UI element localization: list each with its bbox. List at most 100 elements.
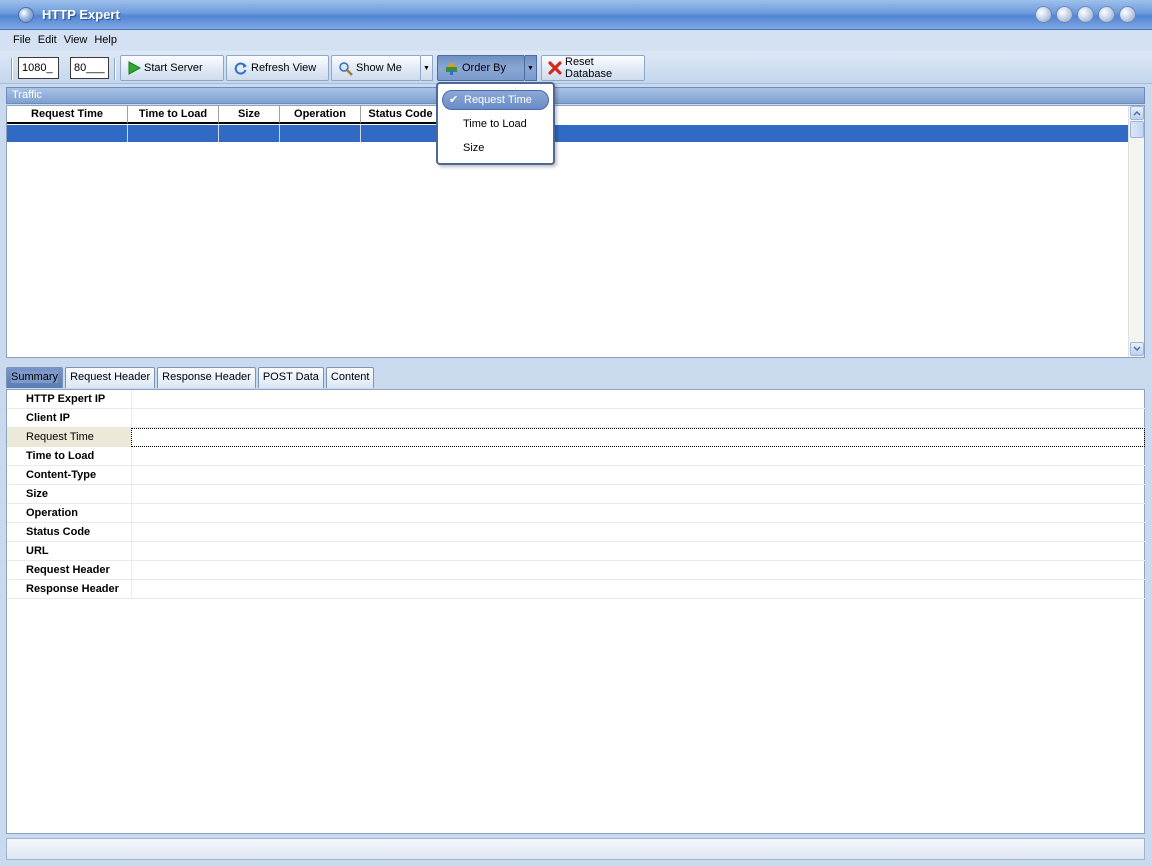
tab-summary[interactable]: Summary	[6, 367, 64, 388]
close-button[interactable]	[1119, 6, 1136, 23]
order-by-button[interactable]: Order By	[437, 55, 525, 81]
table-cell	[7, 125, 128, 142]
property-row[interactable]: Operation	[7, 504, 1145, 523]
title-bar: HTTP Expert	[0, 0, 1152, 30]
property-row[interactable]: Status Code	[7, 523, 1145, 542]
menu-view[interactable]: View	[61, 30, 92, 51]
status-bar	[6, 838, 1145, 860]
property-value[interactable]	[131, 428, 1145, 447]
property-label: Request Header	[26, 564, 110, 576]
show-me-button[interactable]: Show Me	[331, 55, 421, 81]
table-cell	[219, 125, 280, 142]
traffic-panel-header: Traffic	[6, 87, 1145, 104]
property-value[interactable]	[131, 485, 1145, 504]
menu-help[interactable]: Help	[91, 30, 121, 51]
property-label: Request Time	[7, 428, 131, 447]
start-server-label: Start Server	[144, 62, 203, 74]
property-label: Time to Load	[26, 450, 95, 462]
play-icon	[127, 61, 141, 75]
property-row[interactable]: Size	[7, 485, 1145, 504]
show-me-dropdown-arrow[interactable]: ▼	[421, 55, 433, 81]
property-label: URL	[26, 545, 49, 557]
property-value[interactable]	[131, 580, 1145, 599]
shade-window-button[interactable]	[1056, 6, 1073, 23]
minimize-button[interactable]	[1077, 6, 1094, 23]
maximize-button[interactable]	[1098, 6, 1115, 23]
property-row-selected[interactable]: Request Time	[7, 428, 1145, 447]
property-label: Content-Type	[26, 469, 97, 481]
toolbar-separator	[114, 58, 116, 80]
show-me-label: Show Me	[356, 62, 402, 74]
reset-database-button[interactable]: Reset Database	[541, 55, 645, 81]
column-header-size[interactable]: Size	[219, 106, 280, 124]
property-row[interactable]: Content-Type	[7, 466, 1145, 485]
property-label: Size	[26, 488, 49, 500]
tab-post-data[interactable]: POST Data	[257, 367, 324, 388]
traffic-title: Traffic	[12, 89, 42, 101]
reset-database-label: Reset Database	[565, 56, 613, 80]
property-label: Response Header	[26, 583, 119, 595]
property-value[interactable]	[131, 409, 1145, 428]
property-row[interactable]: Client IP	[7, 409, 1145, 428]
refresh-view-button[interactable]: Refresh View	[226, 55, 329, 81]
property-label: HTTP Expert IP	[26, 393, 106, 405]
start-server-button[interactable]: Start Server	[120, 55, 224, 81]
order-by-menu-item-size[interactable]: Size	[442, 139, 549, 159]
red-x-icon	[548, 61, 562, 75]
table-cell	[128, 125, 219, 142]
property-row[interactable]: Response Header	[7, 580, 1145, 599]
toolbar: Start Server Refresh View Show Me ▼ Orde…	[0, 51, 1152, 84]
order-by-menu: ✔ Request Time Time to Load Size	[436, 82, 555, 165]
window-controls	[1035, 6, 1136, 23]
table-row-selected[interactable]	[7, 125, 1129, 142]
order-by-menu-item-request-time[interactable]: ✔ Request Time	[442, 90, 549, 110]
refresh-icon	[233, 61, 248, 76]
column-header-operation[interactable]: Operation	[280, 106, 361, 124]
tab-content[interactable]: Content	[325, 367, 375, 388]
order-by-dropdown-arrow[interactable]: ▼	[525, 55, 537, 81]
tab-response-header[interactable]: Response Header	[157, 367, 256, 388]
sort-icon	[444, 61, 459, 76]
toolbar-grip[interactable]	[11, 58, 13, 80]
property-value[interactable]	[131, 390, 1145, 409]
menu-item-label: Request Time	[464, 94, 532, 106]
panel-splitter[interactable]	[0, 359, 1152, 366]
table-cell	[280, 125, 361, 142]
property-label: Status Code	[26, 526, 91, 538]
property-value[interactable]	[131, 466, 1145, 485]
column-header-time-to-load[interactable]: Time to Load	[128, 106, 219, 124]
app-icon[interactable]	[18, 7, 34, 23]
property-row[interactable]: Time to Load	[7, 447, 1145, 466]
help-window-button[interactable]	[1035, 6, 1052, 23]
property-value[interactable]	[131, 542, 1145, 561]
property-label: Client IP	[26, 412, 71, 424]
column-header-status-code[interactable]: Status Code	[361, 106, 441, 124]
magnifier-icon	[338, 61, 353, 76]
refresh-view-label: Refresh View	[251, 62, 317, 74]
traffic-vertical-scrollbar[interactable]	[1128, 106, 1144, 357]
menu-file[interactable]: File	[10, 30, 35, 51]
summary-property-grid: HTTP Expert IP Client IP Request Time Ti…	[6, 389, 1145, 834]
property-row[interactable]: Request Header	[7, 561, 1145, 580]
property-value[interactable]	[131, 523, 1145, 542]
scroll-down-button[interactable]	[1130, 342, 1144, 356]
property-value[interactable]	[131, 447, 1145, 466]
proxy-port-input[interactable]	[18, 57, 59, 79]
scroll-thumb[interactable]	[1130, 121, 1144, 138]
check-icon: ✔	[449, 94, 459, 106]
column-header-request-time[interactable]: Request Time	[7, 106, 128, 124]
order-by-menu-item-time-to-load[interactable]: Time to Load	[442, 115, 549, 135]
scroll-up-button[interactable]	[1130, 106, 1144, 120]
property-value[interactable]	[131, 561, 1145, 580]
menu-item-label: Time to Load	[463, 118, 527, 130]
property-value[interactable]	[131, 504, 1145, 523]
traffic-table[interactable]: Request Time Time to Load Size Operation…	[6, 105, 1145, 358]
menu-edit[interactable]: Edit	[35, 30, 61, 51]
property-row[interactable]: HTTP Expert IP	[7, 390, 1145, 409]
property-label: Operation	[26, 507, 78, 519]
web-port-input[interactable]	[70, 57, 109, 79]
property-row[interactable]: URL	[7, 542, 1145, 561]
tab-request-header[interactable]: Request Header	[65, 367, 156, 388]
menu-item-label: Size	[463, 142, 485, 154]
order-by-label: Order By	[462, 62, 507, 74]
